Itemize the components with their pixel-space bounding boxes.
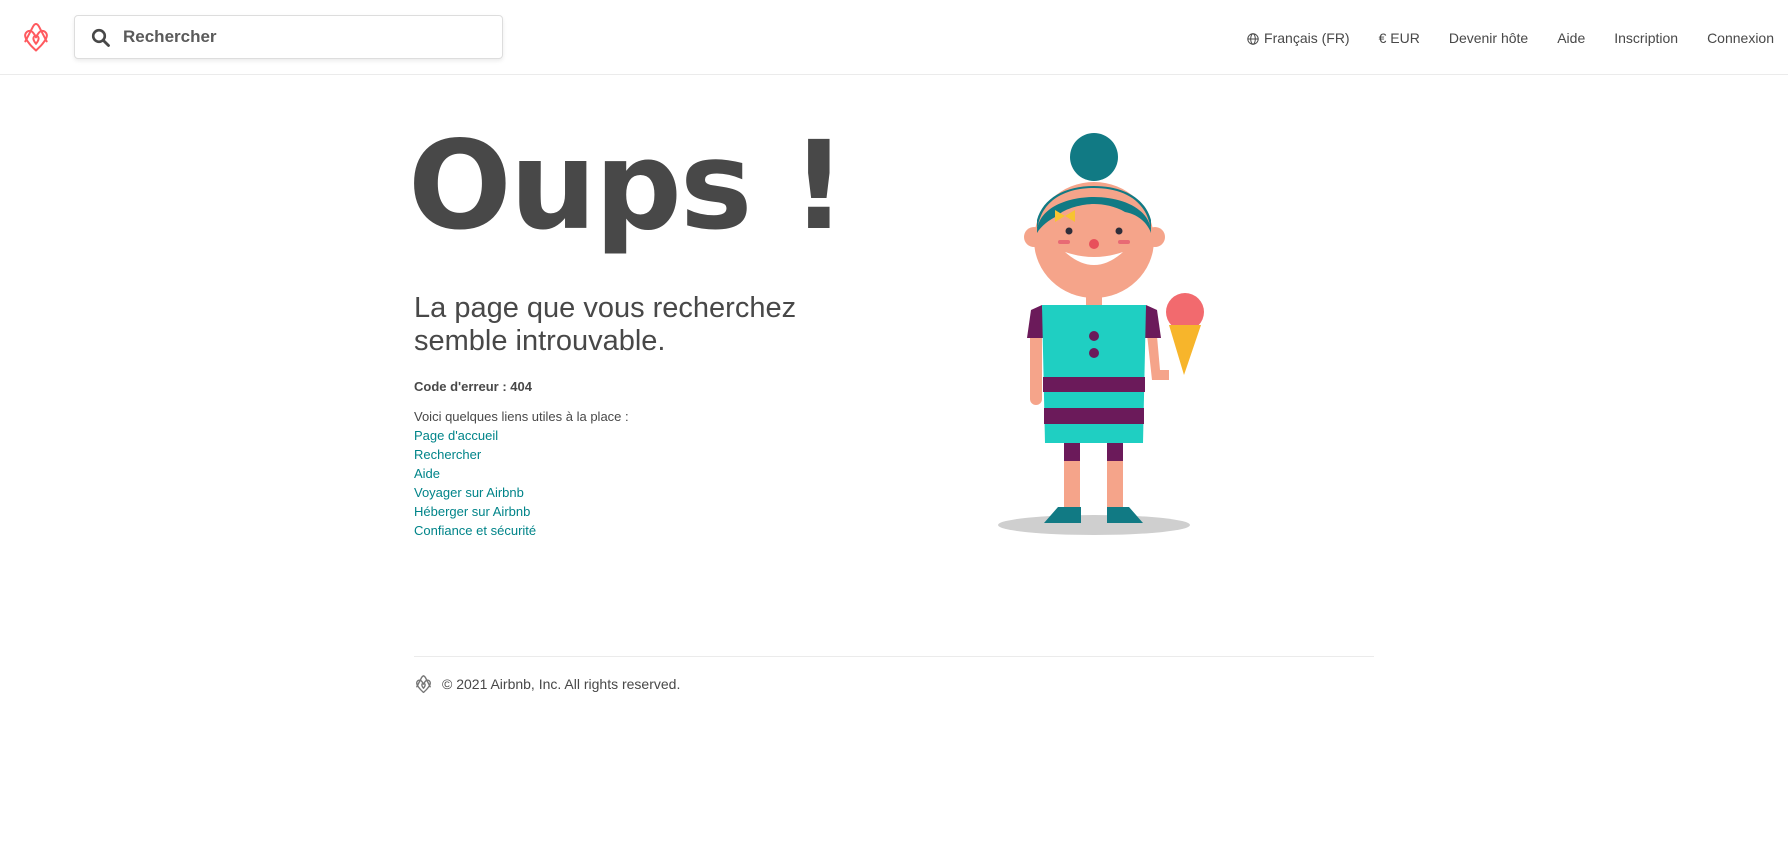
girl-with-ice-cream-illustration: [997, 130, 1237, 540]
top-navigation-bar: Français (FR) € EUR Devenir hôte Aide In…: [0, 0, 1788, 75]
list-item: Confiance et sécurité: [414, 522, 536, 541]
error-subtitle: La page que vous recherchez semble intro…: [414, 292, 797, 357]
currency-selector[interactable]: € EUR: [1379, 30, 1420, 46]
list-item: Voyager sur Airbnb: [414, 484, 536, 503]
search-link[interactable]: Rechercher: [414, 447, 481, 462]
list-item: Aide: [414, 465, 536, 484]
login-link[interactable]: Connexion: [1707, 30, 1774, 46]
list-item: Héberger sur Airbnb: [414, 503, 536, 522]
signup-link[interactable]: Inscription: [1614, 30, 1678, 46]
airbnb-logo-icon[interactable]: [21, 21, 51, 53]
footer-divider: [414, 656, 1374, 657]
list-item: Rechercher: [414, 446, 536, 465]
search-input[interactable]: [123, 16, 493, 58]
trust-safety-link[interactable]: Confiance et sécurité: [414, 523, 536, 538]
search-box[interactable]: [74, 15, 503, 59]
travel-link[interactable]: Voyager sur Airbnb: [414, 485, 524, 500]
language-selector[interactable]: Français (FR): [1247, 30, 1350, 46]
helpful-links-intro: Voici quelques liens utiles à la place :: [414, 409, 629, 424]
list-item: Page d'accueil: [414, 427, 536, 446]
help-page-link[interactable]: Aide: [414, 466, 440, 481]
header-nav: Français (FR) € EUR Devenir hôte Aide In…: [1247, 0, 1774, 75]
host-link[interactable]: Héberger sur Airbnb: [414, 504, 530, 519]
help-link[interactable]: Aide: [1557, 30, 1585, 46]
helpful-links-list: Page d'accueil Rechercher Aide Voyager s…: [414, 427, 536, 541]
error-page-content: Oups ! La page que vous recherchez sembl…: [408, 115, 1374, 655]
become-host-link[interactable]: Devenir hôte: [1449, 30, 1528, 46]
search-icon: [91, 28, 111, 48]
footer: © 2021 Airbnb, Inc. All rights reserved.: [414, 674, 680, 694]
page-title: Oups !: [408, 115, 847, 257]
globe-icon: [1247, 32, 1259, 45]
home-page-link[interactable]: Page d'accueil: [414, 428, 498, 443]
language-label: Français (FR): [1264, 29, 1350, 46]
airbnb-logo-icon: [414, 674, 433, 694]
copyright-text: © 2021 Airbnb, Inc. All rights reserved.: [442, 676, 681, 692]
error-code: Code d'erreur : 404: [414, 379, 532, 394]
